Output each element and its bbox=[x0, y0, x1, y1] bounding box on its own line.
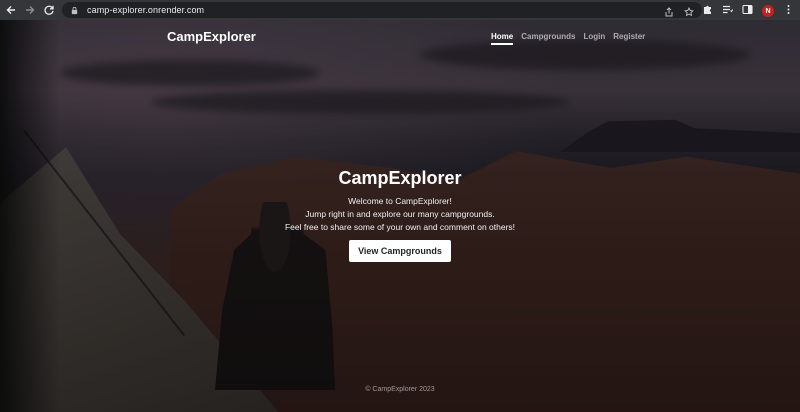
url-text[interactable]: camp-explorer.onrender.com bbox=[87, 5, 204, 15]
reload-icon[interactable] bbox=[41, 2, 57, 18]
nav-campgrounds[interactable]: Campgrounds bbox=[521, 32, 575, 45]
hero-section: CampExplorer Welcome to CampExplorer! Ju… bbox=[0, 168, 800, 262]
hero-title: CampExplorer bbox=[338, 168, 462, 188]
forward-arrow-icon[interactable] bbox=[22, 2, 38, 18]
site-nav: Home Campgrounds Login Register bbox=[491, 32, 645, 45]
hero-explore-text: Jump right in and explore our many campg… bbox=[305, 209, 495, 219]
nav-register[interactable]: Register bbox=[613, 32, 645, 45]
view-campgrounds-button[interactable]: View Campgrounds bbox=[349, 240, 451, 262]
reading-list-icon[interactable] bbox=[722, 2, 734, 20]
nav-login[interactable]: Login bbox=[583, 32, 605, 45]
nav-home[interactable]: Home bbox=[491, 32, 514, 45]
address-bar[interactable]: camp-explorer.onrender.com bbox=[62, 2, 702, 18]
profile-avatar[interactable]: N bbox=[762, 5, 774, 17]
lock-icon[interactable] bbox=[69, 5, 79, 15]
kebab-menu-icon[interactable] bbox=[783, 2, 794, 20]
site-brand[interactable]: CampExplorer bbox=[167, 29, 256, 44]
side-panel-icon[interactable] bbox=[742, 2, 753, 20]
page-footer: © CampExplorer 2023 bbox=[365, 386, 435, 393]
back-arrow-icon[interactable] bbox=[3, 2, 19, 18]
hero-welcome-text: Welcome to CampExplorer! bbox=[348, 196, 452, 206]
hero-share-text: Feel free to share some of your own and … bbox=[284, 222, 516, 232]
puzzle-icon[interactable] bbox=[702, 2, 713, 20]
browser-toolbar: camp-explorer.onrender.com N bbox=[0, 0, 800, 20]
browser-window: camp-explorer.onrender.com N CampExplore… bbox=[0, 0, 800, 412]
page-viewport: CampExplorer Home Campgrounds Login Regi… bbox=[0, 20, 800, 412]
